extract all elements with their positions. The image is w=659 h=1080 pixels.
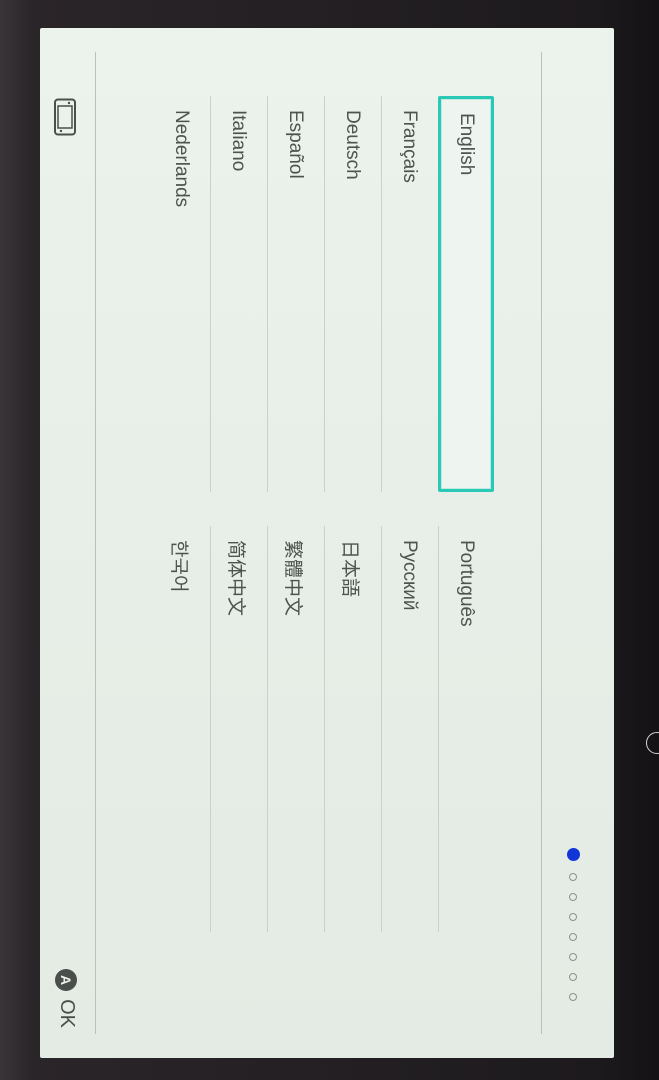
row-divider xyxy=(381,526,382,932)
page-dot xyxy=(569,953,578,961)
page-dot xyxy=(569,993,578,1001)
row-divider xyxy=(324,526,325,932)
row-divider xyxy=(267,526,268,932)
row-divider xyxy=(438,526,439,932)
language-label: Nederlands xyxy=(171,110,192,208)
language-label: English xyxy=(456,113,477,176)
row-divider xyxy=(210,526,211,932)
row-divider xyxy=(324,96,325,492)
language-option-korean[interactable]: 한국어 xyxy=(153,526,209,932)
language-label: 简体中文 xyxy=(225,540,247,617)
language-option-portugues[interactable]: Português xyxy=(438,526,494,932)
confirm-label: OK xyxy=(56,999,78,1028)
page-dot xyxy=(569,913,578,921)
footer-divider xyxy=(95,52,96,1034)
language-label: Español xyxy=(285,110,306,179)
a-button-icon: A xyxy=(55,969,78,992)
page-indicator xyxy=(567,848,580,1001)
page-dot xyxy=(569,933,578,941)
language-label: Italiano xyxy=(228,110,249,172)
page-dot xyxy=(569,893,578,901)
page-dot xyxy=(569,973,578,981)
row-divider xyxy=(381,96,382,492)
confirm-button[interactable]: A OK xyxy=(55,969,78,1028)
row-divider xyxy=(267,96,268,492)
language-label: 繁體中文 xyxy=(282,540,304,617)
language-option-francais[interactable]: Français xyxy=(381,96,437,492)
language-option-italiano[interactable]: Italiano xyxy=(210,96,266,492)
language-label: 한국어 xyxy=(168,540,190,593)
row-divider xyxy=(210,96,211,492)
language-option-nederlands[interactable]: Nederlands xyxy=(153,96,209,492)
console-screen: English Français Deutsch Español Italian… xyxy=(40,28,614,1058)
language-label: Français xyxy=(399,110,420,183)
language-option-deutsch[interactable]: Deutsch xyxy=(324,96,380,492)
language-selection-screen: English Français Deutsch Español Italian… xyxy=(40,28,614,1058)
language-label: Русский xyxy=(399,540,420,611)
language-label: Deutsch xyxy=(342,110,363,180)
header-divider xyxy=(541,52,542,1034)
switch-console-icon xyxy=(54,98,76,136)
language-label: 日本語 xyxy=(339,540,361,598)
page-dot-active xyxy=(567,848,580,861)
language-label: Português xyxy=(456,540,477,627)
language-option-simplified-chinese[interactable]: 简体中文 xyxy=(210,526,266,932)
page-dot xyxy=(569,873,578,881)
language-option-russian[interactable]: Русский xyxy=(381,526,437,932)
language-option-traditional-chinese[interactable]: 繁體中文 xyxy=(267,526,323,932)
language-option-english[interactable]: English xyxy=(438,96,494,492)
language-option-japanese[interactable]: 日本語 xyxy=(324,526,380,932)
language-option-espanol[interactable]: Español xyxy=(267,96,323,492)
